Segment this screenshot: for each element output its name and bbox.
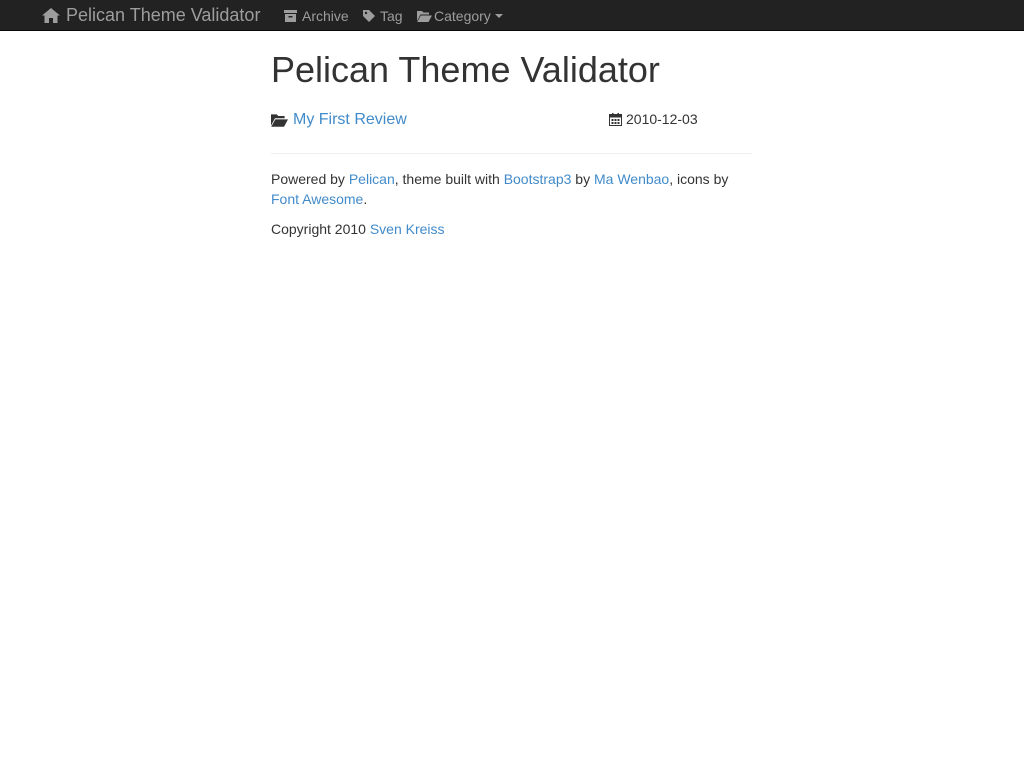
folder-open-icon xyxy=(271,113,288,127)
period-text: . xyxy=(363,191,368,207)
article-date: 2010-12-03 xyxy=(609,110,698,128)
nav-item-archive-label: Archive xyxy=(302,8,349,24)
home-icon xyxy=(42,7,60,23)
tag-icon xyxy=(363,10,375,22)
sven-kreiss-link[interactable]: Sven Kreiss xyxy=(370,221,445,237)
ma-wenbao-link[interactable]: Ma Wenbao xyxy=(594,171,669,187)
navbar: Pelican Theme Validator Archive Tag Cate… xyxy=(0,0,1024,31)
page-title: Pelican Theme Validator xyxy=(271,49,660,90)
article-link[interactable]: My First Review xyxy=(271,110,407,130)
powered-by-text: Powered by xyxy=(271,171,349,187)
caret-down-icon xyxy=(494,14,503,18)
bootstrap3-link[interactable]: Bootstrap3 xyxy=(504,171,572,187)
copyright-text: Copyright 2010 xyxy=(271,221,370,237)
nav-item-category-dropdown[interactable]: Category xyxy=(417,7,503,25)
by-text: by xyxy=(571,171,594,187)
calendar-icon xyxy=(609,112,622,126)
navbar-brand-link[interactable]: Pelican Theme Validator xyxy=(42,4,260,26)
nav-item-tag-label: Tag xyxy=(380,8,403,24)
nav-item-category-label: Category xyxy=(434,8,491,24)
folder-open-icon xyxy=(417,10,432,22)
footer-credits: Powered by Pelican, theme built with Boo… xyxy=(271,169,752,209)
theme-text: , theme built with xyxy=(394,171,504,187)
archive-icon xyxy=(284,10,297,22)
nav-item-archive[interactable]: Archive xyxy=(284,7,349,25)
footer-copyright: Copyright 2010 Sven Kreiss xyxy=(271,219,752,239)
nav-item-tag[interactable]: Tag xyxy=(363,7,403,25)
icons-by-text: , icons by xyxy=(669,171,729,187)
font-awesome-link[interactable]: Font Awesome xyxy=(271,191,363,207)
article-title: My First Review xyxy=(293,111,407,128)
pelican-link[interactable]: Pelican xyxy=(349,171,395,187)
article-date-text: 2010-12-03 xyxy=(626,111,698,127)
footer-divider xyxy=(271,153,752,154)
navbar-brand-label: Pelican Theme Validator xyxy=(66,4,261,25)
